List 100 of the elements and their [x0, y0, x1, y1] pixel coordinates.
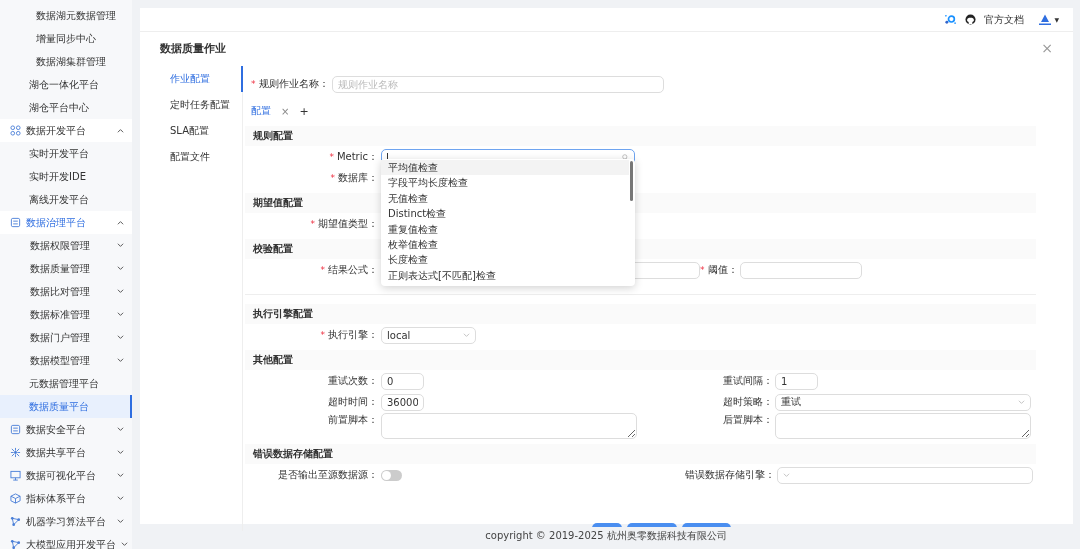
- field-label: 后置脚本：: [722, 413, 774, 427]
- select-value: 重试: [781, 395, 801, 409]
- chevron-down-icon: [117, 496, 124, 501]
- field-label: 数据库：: [338, 171, 378, 185]
- sidebar-item[interactable]: 大模型应用开发平台: [0, 533, 132, 549]
- sidebar-item[interactable]: 数据比对管理: [0, 280, 132, 303]
- add-tab-button[interactable]: +: [299, 104, 309, 118]
- field-label: 重试次数：: [328, 374, 378, 388]
- number-field[interactable]: 36000: [381, 393, 424, 411]
- dropdown-option[interactable]: 重复值检查: [381, 221, 629, 237]
- page-title: 数据质量作业: [160, 40, 226, 56]
- field-label: 规则作业名称：: [258, 77, 330, 91]
- field-label: 前置脚本：: [328, 413, 378, 427]
- sidebar-item[interactable]: 元数据管理平台: [0, 372, 132, 395]
- strategy-select[interactable]: 重试: [775, 393, 1031, 411]
- chevron-down-icon: [117, 243, 124, 248]
- threshold-field[interactable]: [739, 261, 862, 279]
- job-name-field[interactable]: 规则作业名称: [331, 75, 664, 93]
- section-header: 错误数据存储配置: [245, 444, 1036, 464]
- sidebar-item[interactable]: 增量同步中心: [0, 27, 132, 50]
- section-header: 规则配置: [245, 126, 1036, 146]
- required-mark: *: [320, 265, 325, 275]
- toggle-switch[interactable]: [381, 469, 402, 481]
- search-icon: [622, 153, 629, 161]
- ring-logo-icon[interactable]: [944, 14, 958, 25]
- field-label: 重试间隔：: [722, 374, 774, 388]
- section-header: 其他配置: [245, 350, 1036, 370]
- grid-icon: [10, 125, 21, 136]
- sidebar-item[interactable]: 数据标准管理: [0, 303, 132, 326]
- chevron-down-icon: [117, 335, 124, 340]
- chevron-down-icon: [783, 472, 790, 478]
- chevron-down-icon: [463, 332, 470, 338]
- sidebar-item[interactable]: 湖仓一体化平台: [0, 73, 132, 96]
- sidebar-item[interactable]: 数据安全平台: [0, 418, 132, 441]
- side-tab[interactable]: 作业配置: [160, 66, 243, 92]
- sidebar-item[interactable]: 指标体系平台: [0, 487, 132, 510]
- tab-close-button[interactable]: ×: [281, 105, 290, 117]
- monitor-icon: [10, 470, 21, 481]
- sidebar-item[interactable]: 数据质量平台: [0, 395, 132, 418]
- sidebar-item[interactable]: 数据可视化平台: [0, 464, 132, 487]
- sidebar-item[interactable]: 数据湖元数据管理: [0, 4, 132, 27]
- chevron-down-icon: [117, 519, 124, 524]
- script-textarea[interactable]: [381, 413, 637, 439]
- sidebar-item[interactable]: 实时开发平台: [0, 142, 132, 165]
- sidebar-item[interactable]: 机器学习算法平台: [0, 510, 132, 533]
- side-tab[interactable]: SLA配置: [160, 118, 243, 144]
- chevron-down-icon: [117, 427, 124, 432]
- field-label: 是否输出至源数据源：: [278, 468, 378, 482]
- script-textarea[interactable]: [775, 413, 1031, 439]
- required-mark: *: [251, 79, 256, 89]
- required-mark: *: [329, 152, 334, 162]
- sidebar-item[interactable]: 实时开发IDE: [0, 165, 132, 188]
- scrollbar-thumb[interactable]: [630, 161, 633, 201]
- dropdown-option[interactable]: 正则表达式[不匹配]检查: [381, 267, 629, 284]
- chevron-down-icon: [121, 542, 128, 547]
- number-field[interactable]: 1: [775, 372, 818, 390]
- cube-icon: [10, 493, 21, 504]
- chevron-up-icon: [117, 220, 124, 225]
- config-tab[interactable]: 配置: [251, 104, 271, 118]
- dropdown-option[interactable]: 枚举值检查: [381, 236, 629, 253]
- side-tab[interactable]: 配置文件: [160, 144, 243, 170]
- required-mark: *: [310, 219, 315, 229]
- sidebar-item[interactable]: 数据权限管理: [0, 234, 132, 257]
- field-label: 超时策略：: [722, 395, 774, 409]
- chevron-down-icon: [117, 358, 124, 363]
- sidebar-item[interactable]: 数据湖集群管理: [0, 50, 132, 73]
- sidebar-item[interactable]: 数据开发平台: [0, 119, 132, 142]
- field-label: 期望值类型：: [318, 217, 378, 231]
- sidebar-item[interactable]: 湖仓平台中心: [0, 96, 132, 119]
- required-mark: *: [320, 330, 325, 340]
- dropdown-option[interactable]: 平均值检查: [381, 160, 629, 176]
- required-mark: *: [330, 173, 335, 183]
- chevron-up-icon: [117, 128, 124, 133]
- sidebar-item[interactable]: 数据门户管理: [0, 326, 132, 349]
- engine-select[interactable]: local: [381, 326, 476, 344]
- sidebar-item[interactable]: 数据共享平台: [0, 441, 132, 464]
- sidebar-item[interactable]: 数据治理平台: [0, 211, 132, 234]
- sidebar-item[interactable]: 数据质量管理: [0, 257, 132, 280]
- triangle-logo-icon: [1038, 13, 1053, 26]
- sidebar-item[interactable]: 数据模型管理: [0, 349, 132, 372]
- network-icon: [10, 447, 21, 458]
- field-label: 错误数据存储引擎：: [684, 468, 776, 482]
- docs-link[interactable]: 官方文档: [984, 12, 1025, 27]
- side-tab[interactable]: 定时任务配置: [160, 92, 243, 118]
- dropdown-option[interactable]: 字段平均长度检查: [381, 175, 629, 191]
- required-mark: *: [700, 265, 705, 275]
- chevron-down-icon: [117, 450, 124, 455]
- dropdown-option[interactable]: 无值检查: [381, 190, 629, 207]
- number-field[interactable]: 0: [381, 372, 424, 390]
- chevron-down-icon: [117, 266, 124, 271]
- sidebar-item[interactable]: 离线开发平台: [0, 188, 132, 211]
- field-label: 阈值：: [707, 263, 738, 277]
- chevron-down-icon: [1018, 399, 1025, 405]
- section-header: 执行引擎配置: [245, 304, 1036, 324]
- chevron-down-icon: [117, 289, 124, 294]
- github-icon[interactable]: [965, 14, 977, 25]
- field-label: 结果公式：: [328, 263, 378, 277]
- chevron-down-icon: [117, 312, 124, 317]
- engine-select[interactable]: [777, 466, 1033, 484]
- nodes-icon: [10, 516, 21, 527]
